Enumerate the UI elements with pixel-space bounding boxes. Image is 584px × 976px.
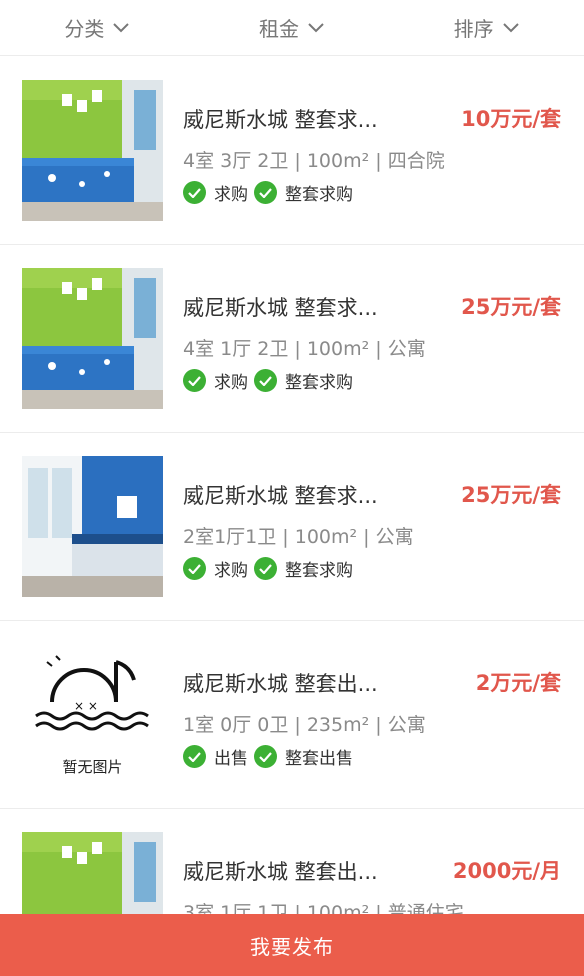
list-item[interactable]: 威尼斯水城 整套求... 25万元/套 4室 1厅 2卫 | 100m² | 公… xyxy=(0,245,584,433)
listing-info: 威尼斯水城 整套求... 25万元/套 4室 1厅 2卫 | 100m² | 公… xyxy=(183,268,583,409)
listing-meta: 4室 1厅 2卫 | 100m² | 公寓 xyxy=(183,338,426,360)
listing-photo xyxy=(22,80,163,221)
tag-label: 求购 xyxy=(214,185,248,205)
check-icon xyxy=(183,745,206,768)
tag-label: 整套求购 xyxy=(285,561,353,581)
listing-info: 威尼斯水城 整套求... 10万元/套 4室 3厅 2卫 | 100m² | 四… xyxy=(183,80,583,221)
chevron-down-icon xyxy=(308,22,324,32)
check-icon xyxy=(254,557,277,580)
listing-title[interactable]: 威尼斯水城 整套求... xyxy=(183,480,378,510)
tag-label: 整套求购 xyxy=(285,185,353,205)
tag-label: 求购 xyxy=(214,561,248,581)
filter-label: 分类 xyxy=(64,17,105,41)
filter-rent[interactable]: 租金 xyxy=(195,0,390,55)
listing-tags: 求购 整套求购 xyxy=(183,180,359,205)
publish-button[interactable]: 我要发布 xyxy=(0,914,584,976)
app-root: 分类 租金 排序 威尼斯水城 整套求... 10万元/套 4室 3厅 2卫 | … xyxy=(0,0,584,976)
check-icon xyxy=(254,181,277,204)
check-icon xyxy=(183,557,206,580)
listing-meta: 1室 0厅 0卫 | 235m² | 公寓 xyxy=(183,714,426,736)
tag-label: 整套出售 xyxy=(285,749,353,769)
list-item[interactable]: × × 暂无图片 威尼斯水城 整套出... 2万元/套 1室 0厅 0卫 | 2… xyxy=(0,621,584,809)
list-item[interactable]: 威尼斯水城 整套求... 25万元/套 2室1厅1卫 | 100m² | 公寓 … xyxy=(0,433,584,621)
listing-title[interactable]: 威尼斯水城 整套求... xyxy=(183,104,378,134)
filter-label: 排序 xyxy=(453,17,494,41)
listing-price: 2000元/月 xyxy=(452,859,561,883)
filter-bar: 分类 租金 排序 xyxy=(0,0,584,56)
tag-label: 求购 xyxy=(214,373,248,393)
check-icon xyxy=(254,745,277,768)
tag: 整套求购 xyxy=(254,180,353,205)
listing-meta: 4室 3厅 2卫 | 100m² | 四合院 xyxy=(183,150,445,172)
tag: 求购 xyxy=(183,556,248,581)
listing-title[interactable]: 威尼斯水城 整套求... xyxy=(183,292,378,322)
filter-label: 租金 xyxy=(259,17,299,41)
listing-list: 威尼斯水城 整套求... 10万元/套 4室 3厅 2卫 | 100m² | 四… xyxy=(0,57,584,976)
listing-title[interactable]: 威尼斯水城 整套出... xyxy=(183,856,378,886)
tag: 出售 xyxy=(183,744,248,769)
no-image-placeholder: × × 暂无图片 xyxy=(22,644,163,785)
tag: 求购 xyxy=(183,180,248,205)
tag: 求购 xyxy=(183,368,248,393)
listing-price: 10万元/套 xyxy=(461,107,561,131)
listing-tags: 求购 整套求购 xyxy=(183,556,359,581)
no-image-label: 暂无图片 xyxy=(62,758,123,776)
no-image-icon: × × xyxy=(35,655,149,731)
listing-info: 威尼斯水城 整套求... 25万元/套 2室1厅1卫 | 100m² | 公寓 … xyxy=(183,456,583,597)
listing-tags: 求购 整套求购 xyxy=(183,368,359,393)
check-icon xyxy=(254,369,277,392)
svg-text:× ×: × × xyxy=(74,699,98,713)
listing-tags: 出售 整套出售 xyxy=(183,744,359,769)
filter-category[interactable]: 分类 xyxy=(0,0,195,55)
listing-price: 2万元/套 xyxy=(475,671,561,695)
filter-sort[interactable]: 排序 xyxy=(389,0,584,55)
check-icon xyxy=(183,369,206,392)
listing-photo xyxy=(22,268,163,409)
tag: 整套求购 xyxy=(254,368,353,393)
tag-label: 整套求购 xyxy=(285,373,353,393)
chevron-down-icon xyxy=(502,22,519,32)
listing-price: 25万元/套 xyxy=(461,295,561,319)
tag: 整套求购 xyxy=(254,556,353,581)
listing-title[interactable]: 威尼斯水城 整套出... xyxy=(183,668,378,698)
tag: 整套出售 xyxy=(254,744,353,769)
tag-label: 出售 xyxy=(214,749,248,769)
listing-photo xyxy=(22,456,163,597)
listing-info: 威尼斯水城 整套出... 2万元/套 1室 0厅 0卫 | 235m² | 公寓… xyxy=(183,644,583,785)
check-icon xyxy=(183,181,206,204)
listing-price: 25万元/套 xyxy=(461,483,561,507)
chevron-down-icon xyxy=(113,22,130,32)
listing-meta: 2室1厅1卫 | 100m² | 公寓 xyxy=(183,526,414,548)
list-item[interactable]: 威尼斯水城 整套求... 10万元/套 4室 3厅 2卫 | 100m² | 四… xyxy=(0,57,584,245)
